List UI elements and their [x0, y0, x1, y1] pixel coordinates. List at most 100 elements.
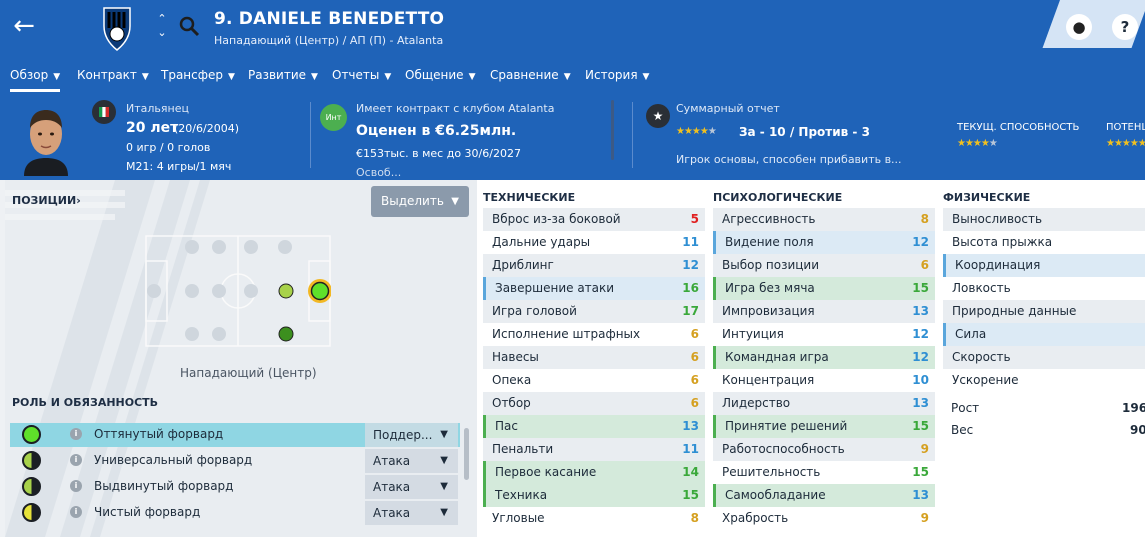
info-icon[interactable]: i	[70, 428, 82, 440]
tab-contract[interactable]: Контракт ▼	[77, 62, 149, 92]
attribute-row[interactable]: Завершение атаки 16	[483, 277, 705, 300]
tab-interaction[interactable]: Общение ▼	[405, 62, 475, 92]
attribute-row[interactable]: Выносливость	[943, 208, 1145, 231]
info-icon[interactable]: i	[70, 480, 82, 492]
attribute-row[interactable]: Концентрация 10	[713, 369, 935, 392]
attribute-row[interactable]: Вброс из-за боковой 5	[483, 208, 705, 231]
duty-dropdown[interactable]: Атака ▼	[365, 475, 458, 499]
chevron-down-icon: ▼	[468, 72, 476, 82]
info-icon[interactable]: i	[70, 454, 82, 466]
chevron-down-icon: ▼	[563, 72, 571, 82]
role-row[interactable]: i Выдвинутый форвард Атака ▼	[10, 475, 460, 499]
attribute-name: Решительность	[722, 465, 821, 479]
attribute-name: Природные данные	[952, 304, 1077, 318]
info-icon[interactable]: i	[70, 506, 82, 518]
attribute-value: 6	[920, 258, 929, 272]
attribute-value: 9	[920, 511, 929, 525]
role-row[interactable]: i Оттянутый форвард Поддер... ▼	[10, 423, 460, 447]
attribute-row[interactable]: Первое касание 14	[483, 461, 705, 484]
attribute-row[interactable]: Выбор позиции 6	[713, 254, 935, 277]
height-label: Рост	[951, 401, 980, 415]
attribute-row[interactable]: Опека 6	[483, 369, 705, 392]
attribute-name: Ускорение	[952, 373, 1019, 387]
attribute-row[interactable]: Скорость	[943, 346, 1145, 369]
attribute-row[interactable]: Самообладание 13	[713, 484, 935, 507]
positions-heading[interactable]: ПОЗИЦИИ›	[12, 194, 81, 207]
attribute-row[interactable]: Игра без мяча 15	[713, 277, 935, 300]
attribute-value: 10	[912, 373, 929, 387]
player-position-club[interactable]: Нападающий (Центр) / АП (П) - Atalanta	[214, 34, 443, 47]
search-icon[interactable]	[177, 14, 201, 38]
attribute-name: Высота прыжка	[952, 235, 1053, 249]
globe-icon[interactable]: ●	[1066, 14, 1092, 40]
attribute-row[interactable]: Игра головой 17	[483, 300, 705, 323]
mental-heading: ПСИХОЛОГИЧЕСКИЕ	[713, 191, 843, 204]
attribute-row[interactable]: Решительность 15	[713, 461, 935, 484]
tab-reports[interactable]: Отчеты ▼	[332, 62, 391, 92]
role-row[interactable]: i Чистый форвард Атака ▼	[10, 501, 460, 525]
attribute-name: Дриблинг	[492, 258, 554, 272]
player-info-strip: Итальянец 20 лет (20/6/2004) 0 игр / 0 г…	[0, 92, 1145, 180]
attribute-row[interactable]: Работоспособность 9	[713, 438, 935, 461]
role-name: Выдвинутый форвард	[94, 479, 234, 493]
chevron-down-icon: ▼	[440, 507, 448, 518]
attribute-row[interactable]: Ловкость	[943, 277, 1145, 300]
tab-overview[interactable]: Обзор ▼	[10, 62, 61, 92]
tab-history[interactable]: История ▼	[585, 62, 649, 92]
attribute-row[interactable]: Импровизация 13	[713, 300, 935, 323]
attribute-row[interactable]: Дальние удары 11	[483, 231, 705, 254]
positions-label: ПОЗИЦИИ	[12, 194, 77, 207]
report-title: Суммарный отчет	[676, 102, 780, 115]
attribute-row[interactable]: Лидерство 13	[713, 392, 935, 415]
attribute-name: Принятие решений	[725, 419, 848, 433]
highlight-label: Выделить	[381, 194, 444, 208]
attribute-row[interactable]: Храбрость 9	[713, 507, 935, 530]
attribute-row[interactable]: Интуиция 12	[713, 323, 935, 346]
attribute-value: 9	[920, 442, 929, 456]
attribute-row[interactable]: Пас 13	[483, 415, 705, 438]
attribute-value: 14	[682, 465, 699, 479]
attribute-row[interactable]: Техника 15	[483, 484, 705, 507]
attribute-name: Пас	[495, 419, 518, 433]
wage-info: €153тыс. в мес до 30/6/2027	[356, 147, 521, 160]
attribute-value: 6	[690, 350, 699, 364]
attribute-row[interactable]: Природные данные	[943, 300, 1145, 323]
highlight-dropdown[interactable]: Выделить ▼	[371, 186, 469, 217]
attribute-name: Игра головой	[492, 304, 577, 318]
club-crest-icon[interactable]	[100, 4, 134, 52]
attribute-row[interactable]: Высота прыжка	[943, 231, 1145, 254]
tab-transfer[interactable]: Трансфер ▼	[161, 62, 235, 92]
attribute-row[interactable]: Принятие решений 15	[713, 415, 935, 438]
attribute-row[interactable]: Видение поля 12	[713, 231, 935, 254]
info-scrollbar[interactable]	[611, 100, 614, 160]
back-arrow-icon[interactable]: ←	[10, 12, 38, 40]
attribute-row[interactable]: Навесы 6	[483, 346, 705, 369]
tab-comparison[interactable]: Сравнение ▼	[490, 62, 571, 92]
attribute-value: 11	[682, 235, 699, 249]
attribute-row[interactable]: Пенальти 11	[483, 438, 705, 461]
tab-label: Развитие	[248, 68, 307, 82]
prev-next-player-icon[interactable]: ⌃ ⌄	[155, 12, 169, 42]
tab-development[interactable]: Развитие ▼	[248, 62, 318, 92]
attribute-row[interactable]: Ускорение	[943, 369, 1145, 392]
attribute-row[interactable]: Исполнение штрафных 6	[483, 323, 705, 346]
profile-tabs: Обзор ▼ Контракт ▼ Трансфер ▼ Развитие ▼ Отч…	[0, 62, 1145, 92]
duty-dropdown[interactable]: Атака ▼	[365, 449, 458, 473]
attribute-row[interactable]: Координация	[943, 254, 1145, 277]
duty-dropdown[interactable]: Поддер... ▼	[365, 423, 458, 447]
role-row[interactable]: i Универсальный форвард Атака ▼	[10, 449, 460, 473]
chevron-down-icon: ▼	[53, 72, 61, 82]
attribute-row[interactable]: Отбор 6	[483, 392, 705, 415]
technical-heading: ТЕХНИЧЕСКИЕ	[483, 191, 576, 204]
roles-scrollbar[interactable]	[464, 428, 469, 480]
contract-status: Имеет контракт с клубом Atalanta	[356, 102, 555, 115]
attribute-row[interactable]: Угловые 8	[483, 507, 705, 530]
help-icon[interactable]: ?	[1112, 14, 1138, 40]
attribute-row[interactable]: Агрессивность 8	[713, 208, 935, 231]
duty-dropdown[interactable]: Атака ▼	[365, 501, 458, 525]
release-info: Освоб...	[356, 166, 402, 179]
attribute-row[interactable]: Дриблинг 12	[483, 254, 705, 277]
attribute-row[interactable]: Сила	[943, 323, 1145, 346]
attribute-value: 6	[690, 396, 699, 410]
attribute-row[interactable]: Командная игра 12	[713, 346, 935, 369]
